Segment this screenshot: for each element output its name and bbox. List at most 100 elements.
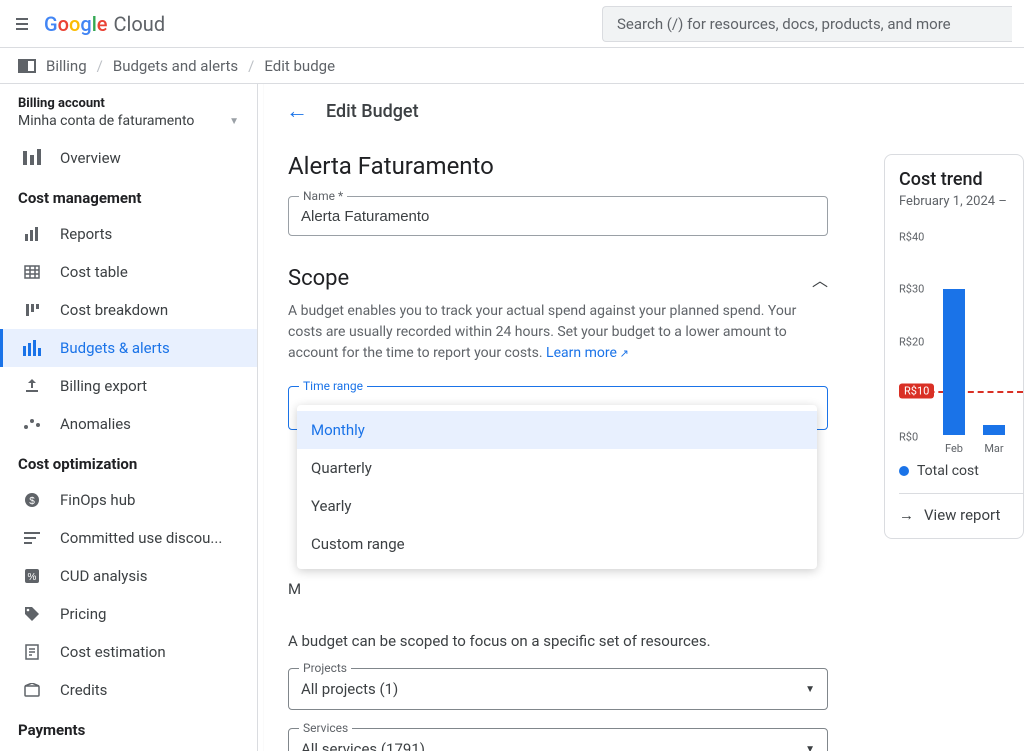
ytick-40: R$40 (899, 230, 924, 243)
svg-text:$: $ (29, 496, 35, 507)
projects-value: All projects (1) (301, 680, 398, 698)
sidebar-item-cost-estimation[interactable]: Cost estimation (0, 633, 257, 671)
anomalies-icon (22, 418, 42, 430)
page-header: Edit Budget (326, 101, 419, 122)
view-report-label: View report (924, 506, 1000, 524)
billing-icon (18, 59, 36, 73)
learn-more-link[interactable]: Learn more (546, 345, 629, 361)
sidebar-label: Anomalies (60, 415, 131, 433)
logo-text: Cloud (114, 12, 166, 36)
sidebar: Billing account Minha conta de faturamen… (0, 84, 258, 751)
ytick-0: R$0 (899, 430, 918, 443)
xlabel-mar: Mar (983, 442, 1005, 455)
sidebar-item-committed-use[interactable]: Committed use discou... (0, 519, 257, 557)
scope-note: A budget can be scoped to focus on a spe… (288, 632, 828, 650)
breakdown-icon (22, 302, 42, 318)
arrow-right-icon: → (899, 506, 914, 524)
sidebar-label: FinOps hub (60, 491, 135, 509)
breadcrumb-billing[interactable]: Billing (46, 57, 87, 75)
collapse-icon[interactable]: ︿ (812, 267, 828, 291)
breadcrumb: Billing / Budgets and alerts / Edit budg… (0, 48, 1024, 84)
sidebar-item-cost-table[interactable]: Cost table (0, 253, 257, 291)
trend-chart: R$40 R$30 R$20 R$10 R$0 R$10 Feb Mar (899, 225, 1023, 455)
breadcrumb-edit[interactable]: Edit budge (264, 57, 335, 75)
credits-icon (22, 683, 42, 697)
sidebar-label: Overview (60, 149, 121, 167)
scope-description: A budget enables you to track your actua… (288, 301, 828, 364)
caret-down-icon: ▼ (805, 684, 815, 695)
sidebar-group-cost-optimization: Cost optimization (0, 443, 257, 481)
pricing-icon (22, 606, 42, 622)
trend-legend: Total cost (899, 463, 1023, 479)
sidebar-label: Cost estimation (60, 643, 166, 661)
xlabel-feb: Feb (943, 442, 965, 455)
scope-title: Scope (288, 266, 349, 291)
sidebar-item-billing-export[interactable]: Billing export (0, 367, 257, 405)
legend-label: Total cost (917, 463, 979, 479)
cost-trend-card: Cost trend February 1, 2024 – R$40 R$30 … (884, 154, 1024, 539)
sidebar-label: CUD analysis (60, 567, 148, 585)
breadcrumb-budgets[interactable]: Budgets and alerts (113, 57, 238, 75)
threshold-badge: R$10 (899, 383, 934, 398)
sidebar-item-pricing[interactable]: Pricing (0, 595, 257, 633)
option-monthly[interactable]: Monthly (297, 411, 817, 449)
menu-icon[interactable] (12, 14, 32, 34)
estimation-icon (22, 644, 42, 660)
name-label: Name * (299, 189, 347, 203)
ytick-30: R$30 (899, 283, 924, 296)
sidebar-label: Credits (60, 681, 107, 699)
sidebar-item-credits[interactable]: Credits (0, 671, 257, 709)
trend-title: Cost trend (899, 169, 1023, 190)
sidebar-label: Cost breakdown (60, 301, 168, 319)
sidebar-label: Committed use discou... (60, 529, 222, 547)
services-label: Services (299, 721, 352, 735)
bar-mar (983, 425, 1005, 435)
search-input[interactable]: Search (/) for resources, docs, products… (602, 6, 1012, 42)
sidebar-item-finops-hub[interactable]: $ FinOps hub (0, 481, 257, 519)
export-icon (22, 378, 42, 394)
bar-feb (943, 289, 965, 435)
billing-account-value: Minha conta de faturamento (18, 113, 194, 129)
finops-icon: $ (22, 492, 42, 508)
reports-icon (22, 226, 42, 242)
legend-dot-icon (899, 466, 909, 476)
trend-range: February 1, 2024 – (899, 194, 1023, 209)
sidebar-item-cost-breakdown[interactable]: Cost breakdown (0, 291, 257, 329)
sidebar-item-overview[interactable]: Overview (0, 139, 257, 177)
budgets-icon (22, 340, 42, 356)
projects-label: Projects (299, 661, 351, 675)
time-range-select[interactable]: Time range Monthly Quarterly Yearly Cust… (288, 386, 828, 430)
name-input[interactable] (301, 208, 815, 225)
caret-down-icon: ▼ (229, 116, 239, 127)
option-quarterly[interactable]: Quarterly (297, 449, 817, 487)
name-field[interactable]: Name * (288, 196, 828, 236)
overview-icon (22, 149, 42, 167)
percent-icon: % (22, 568, 42, 584)
sidebar-item-cud-analysis[interactable]: % CUD analysis (0, 557, 257, 595)
table-icon (22, 265, 42, 279)
billing-account-selector[interactable]: Billing account Minha conta de faturamen… (0, 90, 257, 139)
view-report-link[interactable]: → View report (899, 493, 1023, 524)
truncated-row: M (288, 580, 828, 598)
time-range-dropdown: Monthly Quarterly Yearly Custom range (297, 405, 817, 569)
sidebar-group-payments: Payments (0, 709, 257, 747)
google-cloud-logo[interactable]: Google Cloud (44, 12, 165, 36)
caret-down-icon: ▼ (805, 744, 815, 751)
back-arrow-icon[interactable]: ← (286, 98, 308, 124)
option-yearly[interactable]: Yearly (297, 487, 817, 525)
services-value: All services (1791) (301, 740, 425, 751)
committed-use-icon (22, 532, 42, 544)
svg-text:%: % (28, 572, 37, 583)
sidebar-item-budgets-alerts[interactable]: Budgets & alerts (0, 329, 257, 367)
services-select[interactable]: Services All services (1791) ▼ (288, 728, 828, 751)
sidebar-label: Budgets & alerts (60, 339, 170, 357)
sidebar-label: Reports (60, 225, 112, 243)
sidebar-label: Cost table (60, 263, 128, 281)
sidebar-label: Billing export (60, 377, 147, 395)
sidebar-group-cost-management: Cost management (0, 177, 257, 215)
projects-select[interactable]: Projects All projects (1) ▼ (288, 668, 828, 710)
option-custom-range[interactable]: Custom range (297, 525, 817, 563)
billing-account-label: Billing account (18, 96, 239, 111)
sidebar-item-reports[interactable]: Reports (0, 215, 257, 253)
sidebar-item-anomalies[interactable]: Anomalies (0, 405, 257, 443)
